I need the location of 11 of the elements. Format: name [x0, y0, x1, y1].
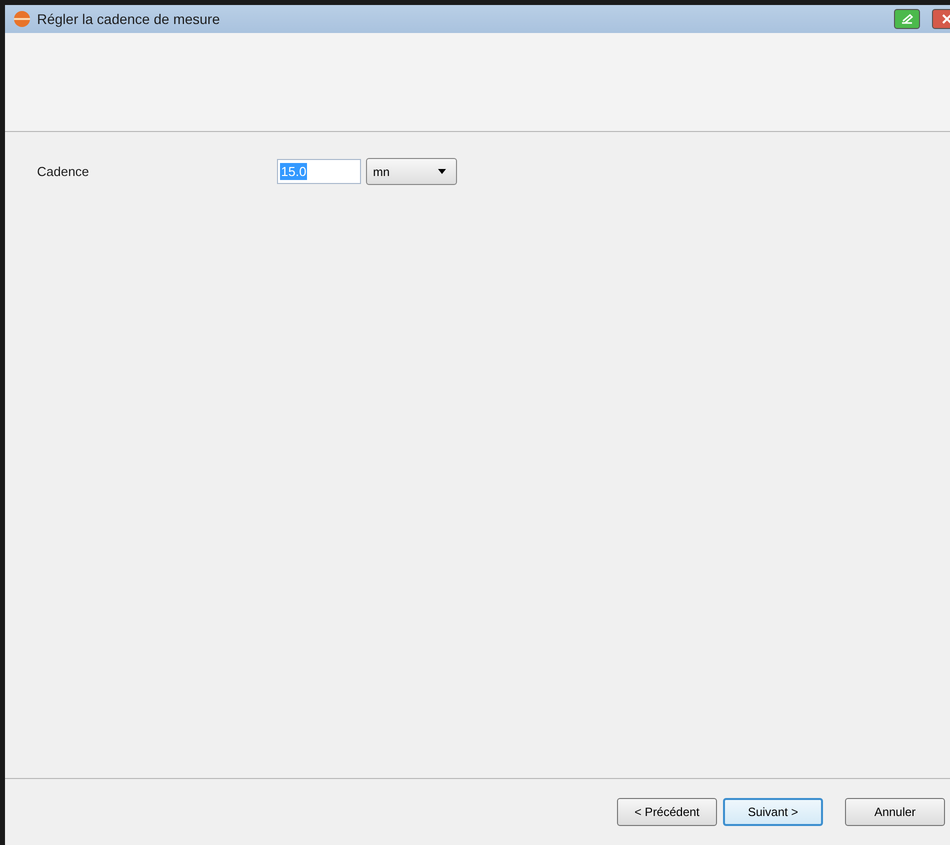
wizard-button[interactable]: < Précédent: [617, 798, 717, 826]
wizard-button[interactable]: Suivant >: [723, 798, 823, 826]
caret-icon: [438, 169, 446, 174]
field-label: Cadence: [37, 164, 90, 179]
app-logo-icon: [13, 10, 31, 28]
window-title: Régler la cadence de mesure: [37, 11, 220, 27]
pen-icon: [900, 13, 914, 25]
close-icon: [941, 14, 950, 24]
wizard-button[interactable]: Annuler: [845, 798, 945, 826]
minimize-button[interactable]: [894, 9, 920, 29]
unit-dropdown[interactable]: mn: [366, 158, 457, 185]
